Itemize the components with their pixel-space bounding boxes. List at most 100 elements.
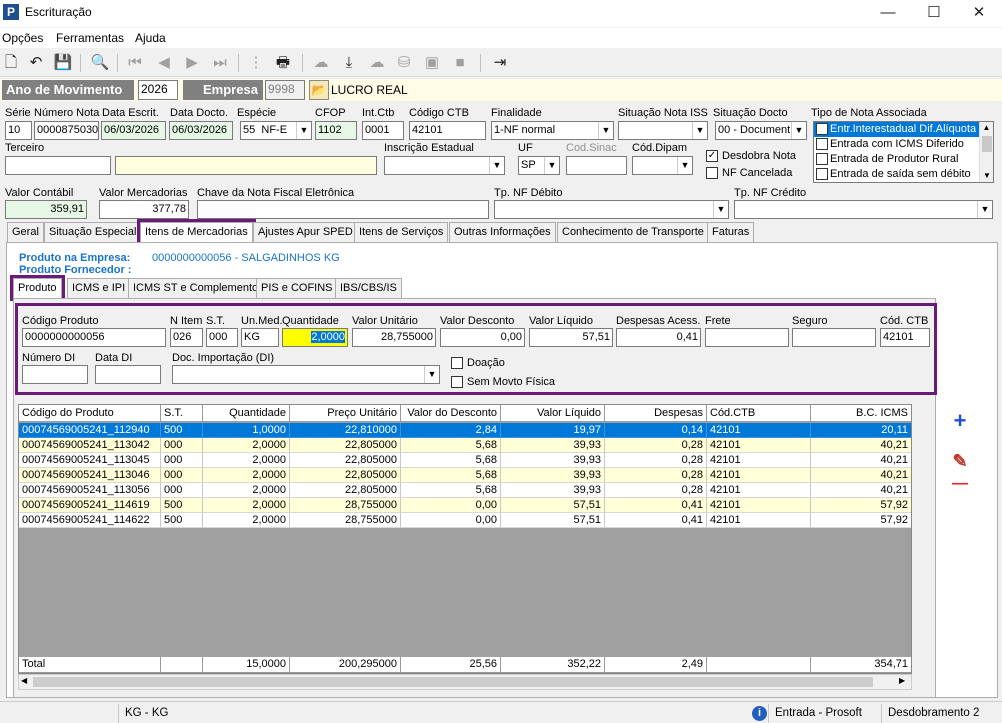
chave-input[interactable]	[197, 200, 489, 219]
checkbox[interactable]	[816, 123, 828, 135]
grid-column-header[interactable]: Preço Unitário	[290, 405, 401, 422]
subtab-ibs-cbs[interactable]: IBS/CBS/IS	[335, 278, 402, 298]
terceiro-code-input[interactable]	[5, 156, 111, 175]
save-icon[interactable]: 💾	[52, 52, 74, 74]
tipo-nota-item[interactable]: Entr.Interestadual Dif.Alíquota	[814, 122, 979, 137]
table-row[interactable]: 00074569005241_113045 000 2,0000 22,805000 5…	[19, 453, 911, 468]
folder-icon[interactable]: 📂	[309, 80, 329, 100]
especie-select[interactable]: 55 NF-E ▼	[240, 121, 312, 140]
subtab-icms-st[interactable]: ICMS ST e Complemento	[128, 278, 264, 298]
terceiro-name-input[interactable]	[115, 156, 377, 175]
chevron-down-icon[interactable]: ▼	[424, 366, 439, 383]
int-ctb-input[interactable]: 0001	[362, 121, 404, 140]
desdobra-checkbox[interactable]: ✓	[706, 150, 718, 162]
tab-itens-servicos[interactable]: Itens de Serviços	[354, 222, 449, 242]
undo-icon[interactable]: ↶	[25, 52, 47, 74]
print-icon[interactable]: 🖶	[272, 52, 294, 74]
valor-contabil-input[interactable]: 359,91	[5, 200, 87, 219]
edit-item-button[interactable]: ✎	[947, 450, 973, 474]
chevron-down-icon[interactable]: ▼	[598, 122, 613, 139]
remove-item-button[interactable]: —	[947, 473, 973, 497]
data-escrit-input[interactable]: 06/03/2026	[101, 121, 166, 140]
chevron-up-icon[interactable]: ▲	[980, 122, 993, 134]
numero-nota-input[interactable]: 0000875030	[34, 121, 99, 140]
valor-desconto-input[interactable]: 0,00	[440, 328, 525, 347]
chevron-down-icon[interactable]: ▼	[980, 170, 993, 182]
scrollbar-thumb[interactable]	[33, 677, 873, 687]
despesas-input[interactable]: 0,41	[616, 328, 701, 347]
chevron-left-icon[interactable]: ◀	[21, 676, 27, 685]
grid-column-header[interactable]: Cód.CTB	[707, 405, 811, 422]
subtab-produto[interactable]: Produto	[10, 275, 65, 301]
data-docto-input[interactable]: 06/03/2026	[169, 121, 233, 140]
menu-opcoes[interactable]: Opções	[2, 31, 43, 45]
exit-icon[interactable]: ⇥	[489, 52, 511, 74]
close-button[interactable]: ✕	[956, 0, 1002, 27]
codigo-produto-input[interactable]: 0000000000056	[22, 328, 166, 347]
checkbox[interactable]	[816, 168, 828, 180]
valor-liquido-input[interactable]: 57,51	[529, 328, 613, 347]
tab-situacao-especial[interactable]: Situação Especial	[44, 222, 142, 242]
download-icon[interactable]: ⤓	[338, 52, 360, 74]
un-med-input[interactable]: KG	[241, 328, 279, 347]
chevron-down-icon[interactable]: ▼	[489, 157, 504, 174]
last-icon[interactable]: ⏭	[209, 52, 231, 74]
checkbox[interactable]	[816, 138, 828, 150]
cod-ctb-input[interactable]: 42101	[880, 328, 930, 347]
grid-column-header[interactable]: Valor do Desconto	[401, 405, 501, 422]
tab-conhecimento-transporte[interactable]: Conhecimento de Transporte	[557, 222, 709, 242]
grid-column-header[interactable]: Código do Produto	[19, 405, 161, 422]
cod-sinac-input[interactable]	[566, 156, 627, 175]
table-row[interactable]: 00074569005241_114622 500 2,0000 28,755000 0…	[19, 513, 911, 528]
next-icon[interactable]: ▶	[181, 52, 203, 74]
tipo-nota-list[interactable]: Entr.Interestadual Dif.Alíquota Entrada …	[813, 121, 994, 183]
seguro-input[interactable]	[792, 328, 876, 347]
tree-icon[interactable]: ⋮	[245, 52, 267, 74]
chevron-down-icon[interactable]: ▼	[296, 122, 311, 139]
serie-input[interactable]: 10	[5, 121, 32, 140]
tab-faturas[interactable]: Faturas	[707, 222, 755, 242]
cloud2-icon[interactable]: ☁	[366, 52, 388, 74]
table-row[interactable]: 00074569005241_113042 000 2,0000 22,805000 5…	[19, 438, 911, 453]
tipo-nota-item[interactable]: Entrada de Produtor Rural	[830, 152, 958, 166]
table-row[interactable]: 00074569005241_114619 500 2,0000 28,755000 0…	[19, 498, 911, 513]
chevron-down-icon[interactable]: ▼	[791, 122, 806, 139]
doacao-checkbox[interactable]	[451, 357, 463, 369]
box-icon[interactable]: ■	[449, 52, 471, 74]
subtab-icms-ipi[interactable]: ICMS e IPI	[67, 278, 131, 298]
chevron-down-icon[interactable]: ▼	[677, 157, 692, 174]
year-input[interactable]: 2026	[138, 80, 178, 100]
first-icon[interactable]: ⏮	[124, 52, 146, 74]
table-row[interactable]: 00074569005241_113046 000 2,0000 22,805000 5…	[19, 468, 911, 483]
add-item-button[interactable]: +	[947, 410, 973, 434]
cloud-icon[interactable]: ☁	[310, 52, 332, 74]
n-item-input[interactable]: 026	[170, 328, 203, 347]
situacao-docto-select[interactable]: 00 - Document ▼	[715, 121, 807, 140]
grid-column-header[interactable]: Despesas	[605, 405, 707, 422]
tp-credito-select[interactable]: ▼	[734, 200, 993, 219]
sem-movto-checkbox[interactable]	[451, 376, 463, 388]
tab-geral[interactable]: Geral	[7, 222, 44, 242]
doc-importacao-select[interactable]: ▼	[172, 365, 440, 384]
chevron-down-icon[interactable]: ▼	[692, 122, 707, 139]
frete-input[interactable]	[705, 328, 789, 347]
minimize-button[interactable]: —	[865, 0, 911, 27]
quantidade-input[interactable]: 2,0000	[282, 328, 348, 347]
new-doc-icon[interactable]: 🗋	[0, 52, 22, 74]
valor-mercadorias-input[interactable]: 377,78	[99, 200, 189, 219]
cancelada-checkbox[interactable]	[706, 167, 718, 179]
inscricao-select[interactable]: ▼	[384, 156, 505, 175]
uf-select[interactable]: SP ▼	[518, 156, 560, 175]
grid-column-header[interactable]: S.T.	[161, 405, 203, 422]
table-row[interactable]: 00074569005241_113056 000 2,0000 22,805000 5…	[19, 483, 911, 498]
cfop-input[interactable]: 1102	[315, 121, 357, 140]
chevron-down-icon[interactable]: ▼	[977, 201, 992, 218]
numero-di-input[interactable]	[22, 365, 88, 384]
chevron-down-icon[interactable]: ▼	[544, 157, 559, 174]
tab-outras-informacoes[interactable]: Outras Informações	[449, 222, 556, 242]
valor-unitario-input[interactable]: 28,755000	[352, 328, 436, 347]
scrollbar[interactable]: ▲ ▼	[979, 122, 993, 182]
menu-ajuda[interactable]: Ajuda	[135, 31, 166, 45]
data-di-input[interactable]	[95, 365, 161, 384]
scrollbar-thumb[interactable]	[982, 136, 992, 152]
